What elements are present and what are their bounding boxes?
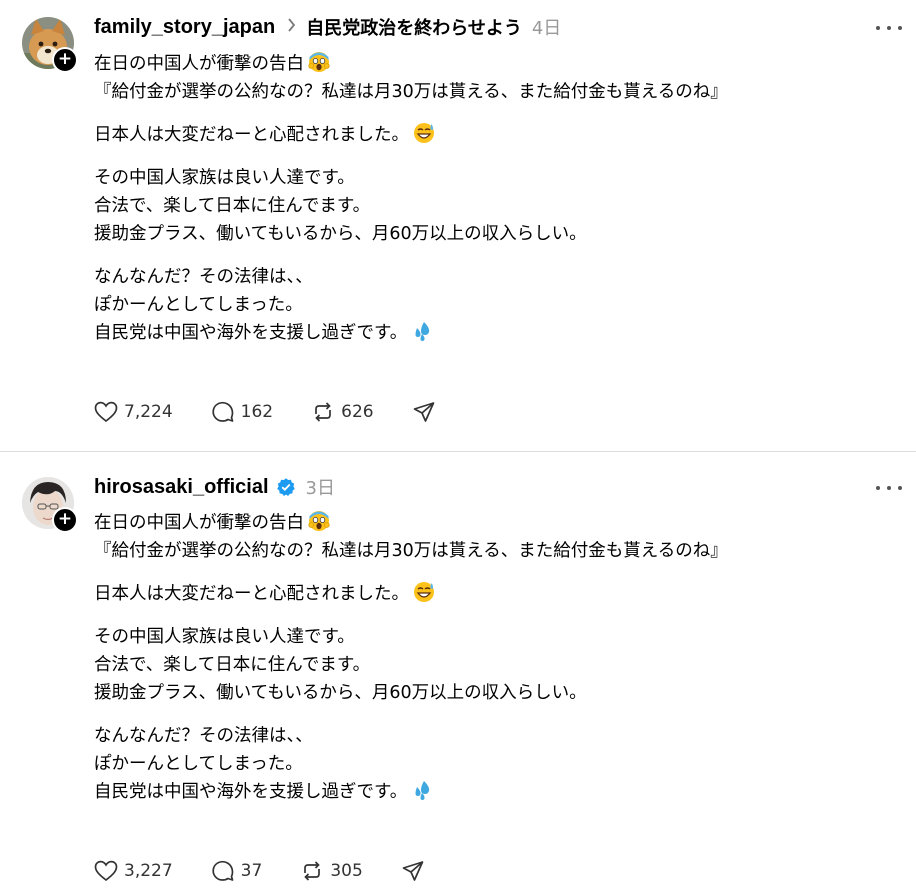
post-body: 在日の中国人が衝撃の告白 『給付金が選挙の公約なの？私達は月30万は貰える、また… xyxy=(94,509,728,821)
like-button[interactable]: 7,224 xyxy=(94,401,173,423)
post-text-line: 自民党は中国や海外を支援し過ぎです。 xyxy=(94,323,408,343)
reply-count: 162 xyxy=(240,402,274,422)
post-header: family_story_japan 自民党政治を終わらせよう 4日 xyxy=(94,12,561,42)
sweat-smile-emoji xyxy=(414,582,434,602)
like-count: 3,227 xyxy=(124,861,173,881)
sweat-smile-emoji xyxy=(414,123,434,143)
post-actions: 3,227 37 305 xyxy=(94,857,469,885)
repost-icon xyxy=(304,861,321,881)
post-text-line: なんなんだ？その法律は、、 xyxy=(94,267,313,287)
share-icon xyxy=(402,861,424,881)
like-count: 7,224 xyxy=(124,402,173,422)
post-time[interactable]: 3日 xyxy=(306,474,335,500)
repost-count: 305 xyxy=(330,861,363,881)
avatar[interactable]: + xyxy=(22,17,78,73)
like-button[interactable]: 3,227 xyxy=(94,860,173,882)
share-button[interactable] xyxy=(401,859,431,883)
post-text-line: その中国人家族は良い人達です。 xyxy=(94,168,355,188)
sweat-droplets-emoji xyxy=(415,322,430,341)
heart-icon xyxy=(94,401,118,423)
post-divider xyxy=(0,451,916,452)
post-text-line: 援助金プラス、働いてもいるから、月60万以上の収入らしい。 xyxy=(94,224,587,244)
sweat-droplets-emoji xyxy=(415,781,430,800)
post-text-line: ぽかーんとしてしまった。 xyxy=(94,754,303,774)
scream-emoji xyxy=(308,511,330,531)
post-text-line: その中国人家族は良い人達です。 xyxy=(94,627,355,647)
follow-button[interactable]: + xyxy=(52,507,78,533)
post-text-line: なんなんだ？その法律は、、 xyxy=(94,726,313,746)
post-actions: 7,224 162 626 xyxy=(94,398,480,426)
username[interactable]: hirosasaki_official xyxy=(94,476,269,499)
post-text-line: 『給付金が選挙の公約なの？私達は月30万は貰える、また給付金も貰えるのね』 xyxy=(94,541,728,561)
post-text-line: 在日の中国人が衝撃の告白 xyxy=(94,54,304,74)
repost-icon xyxy=(315,402,331,422)
repost-button[interactable]: 626 xyxy=(311,400,374,424)
post-text-line: 日本人は大変だねーと心配されました。 xyxy=(94,125,409,145)
post-text-line: 『給付金が選挙の公約なの？私達は月30万は貰える、また給付金も貰えるのね』 xyxy=(94,82,728,102)
post-time[interactable]: 4日 xyxy=(532,14,561,40)
post-text-line: 日本人は大変だねーと心配されました。 xyxy=(94,584,409,604)
follow-button[interactable]: + xyxy=(52,47,78,73)
topic-tag[interactable]: 自民党政治を終わらせよう xyxy=(306,14,522,40)
post-text-line: 自民党は中国や海外を支援し過ぎです。 xyxy=(94,782,408,802)
more-icon[interactable] xyxy=(876,18,902,38)
share-button[interactable] xyxy=(412,400,442,424)
reply-count: 37 xyxy=(240,861,263,881)
post-body: 在日の中国人が衝撃の告白 『給付金が選挙の公約なの？私達は月30万は貰える、また… xyxy=(94,50,728,362)
verified-badge-icon xyxy=(276,478,295,496)
heart-icon xyxy=(94,860,118,882)
post-text-line: 在日の中国人が衝撃の告白 xyxy=(94,513,304,533)
post-text-line: 合法で、楽して日本に住んでます。 xyxy=(94,655,371,675)
post-text-line: 合法で、楽して日本に住んでます。 xyxy=(94,196,371,216)
share-icon xyxy=(413,402,434,422)
reply-button[interactable]: 37 xyxy=(211,859,263,883)
post-header: hirosasaki_official 3日 xyxy=(94,472,335,502)
post-text-line: 援助金プラス、働いてもいるから、月60万以上の収入らしい。 xyxy=(94,683,587,703)
repost-button[interactable]: 305 xyxy=(300,859,363,883)
repost-count: 626 xyxy=(341,402,374,422)
chevron-right-icon xyxy=(287,18,296,36)
avatar[interactable]: + xyxy=(22,477,78,533)
username[interactable]: family_story_japan xyxy=(94,16,275,39)
reply-icon xyxy=(212,401,234,422)
reply-icon xyxy=(212,860,234,881)
more-icon[interactable] xyxy=(876,478,902,498)
post-text-line: ぽかーんとしてしまった。 xyxy=(94,295,303,315)
scream-emoji xyxy=(308,52,330,72)
reply-button[interactable]: 162 xyxy=(211,400,273,424)
